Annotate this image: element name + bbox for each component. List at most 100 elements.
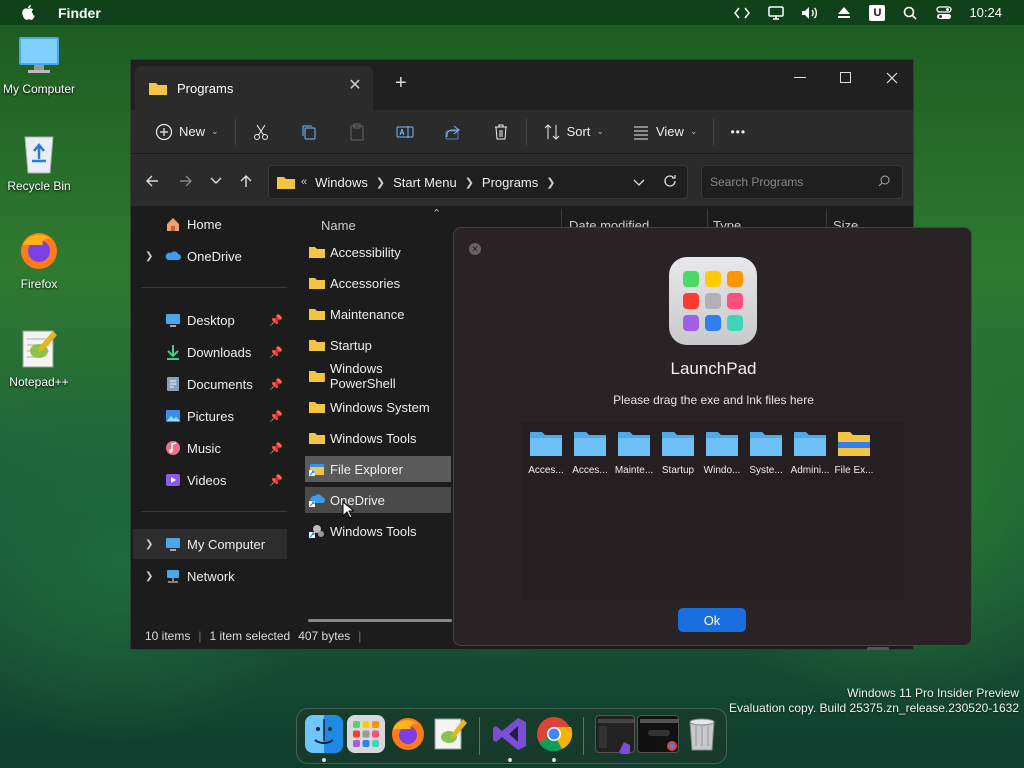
pin-icon[interactable]: 📌 [269, 410, 283, 423]
pin-icon[interactable]: 📌 [269, 442, 283, 455]
tab-programs[interactable]: Programs ✕ [135, 66, 373, 110]
launchpad-dock-icon[interactable] [347, 715, 385, 753]
copy-button[interactable] [296, 117, 322, 147]
display-icon[interactable] [767, 5, 785, 21]
new-tab-button[interactable]: + [395, 72, 407, 95]
column-header-name[interactable]: Name [321, 213, 356, 237]
search-icon[interactable] [901, 5, 919, 21]
file-row[interactable]: Accessories [305, 270, 451, 296]
search-box[interactable] [701, 165, 903, 199]
firefox-dock-icon[interactable] [389, 715, 427, 753]
chevron-right-icon[interactable]: ❯ [145, 251, 153, 262]
visual-studio-icon[interactable] [491, 715, 529, 753]
finder-icon[interactable] [305, 715, 343, 753]
file-row[interactable]: Startup [305, 332, 451, 358]
control-center-icon[interactable] [935, 5, 953, 21]
chevron-right-icon[interactable]: ❯ [145, 571, 153, 582]
launchpad-file[interactable]: Acces... [570, 430, 610, 476]
delete-button[interactable] [488, 117, 514, 147]
launchpad-file[interactable]: Admini... [790, 430, 830, 476]
sidebar-item-videos[interactable]: Videos 📌 [133, 465, 287, 495]
volume-icon[interactable] [801, 5, 819, 21]
close-icon[interactable]: ✕ [469, 243, 481, 255]
breadcrumb-programs[interactable]: Programs [482, 175, 538, 190]
file-row[interactable]: Windows Tools [305, 518, 451, 544]
notepad-plus-plus-dock-icon[interactable] [431, 715, 469, 753]
launchpad-file[interactable]: Acces... [526, 430, 566, 476]
view-button[interactable]: View ⌄ [628, 117, 702, 147]
pin-icon[interactable]: 📌 [269, 346, 283, 359]
pin-icon[interactable]: 📌 [269, 314, 283, 327]
file-row[interactable]: File Explorer [305, 456, 451, 482]
sidebar-item-desktop[interactable]: Desktop 📌 [133, 305, 287, 335]
sidebar-item-onedrive[interactable]: ❯ OneDrive [133, 241, 287, 271]
refresh-icon[interactable] [663, 174, 677, 191]
forward-button[interactable] [177, 172, 195, 190]
new-button[interactable]: New ⌄ [151, 117, 223, 147]
active-app-name[interactable]: Finder [58, 5, 101, 21]
eject-icon[interactable] [835, 5, 853, 21]
launchpad-grid-dot [705, 315, 721, 331]
paste-button[interactable] [344, 117, 370, 147]
sidebar-item-downloads[interactable]: Downloads 📌 [133, 337, 287, 367]
code-icon[interactable] [733, 5, 751, 21]
sidebar-item-music[interactable]: Music 📌 [133, 433, 287, 463]
sidebar-item-documents[interactable]: Documents 📌 [133, 369, 287, 399]
sidebar-item-home[interactable]: Home [133, 209, 287, 239]
launchpad-file[interactable]: Startup [658, 430, 698, 476]
desktop-icon-recycle-bin[interactable]: Recycle Bin [0, 131, 78, 193]
breadcrumb-start-menu[interactable]: Start Menu [393, 175, 457, 190]
maximize-button[interactable] [823, 66, 869, 90]
ok-button[interactable]: Ok [678, 608, 746, 632]
chevron-right-icon[interactable]: ❯ [546, 176, 555, 189]
launchpad-file[interactable]: Mainte... [614, 430, 654, 476]
close-window-button[interactable] [869, 66, 915, 90]
cut-button[interactable] [248, 117, 274, 147]
minimize-button[interactable] [777, 66, 823, 90]
file-row[interactable]: Windows Tools [305, 425, 451, 451]
share-button[interactable] [440, 117, 466, 147]
file-row[interactable]: Maintenance [305, 301, 451, 327]
rename-button[interactable] [392, 117, 418, 147]
file-row[interactable]: Windows System [305, 394, 451, 420]
chevron-right-icon[interactable]: ❯ [465, 176, 474, 189]
clock[interactable]: 10:24 [969, 5, 1002, 20]
drop-zone[interactable]: Acces... Acces... Mainte... Startup Windo...… [522, 422, 904, 600]
address-dropdown-icon[interactable] [633, 175, 645, 190]
chrome-icon[interactable] [535, 715, 573, 753]
chevron-right-icon[interactable]: ❯ [376, 176, 385, 189]
sort-button[interactable]: Sort ⌄ [539, 117, 608, 147]
back-button[interactable] [143, 172, 161, 190]
file-row[interactable]: Windows PowerShell [305, 361, 451, 391]
launchpad-file[interactable]: Syste... [746, 430, 786, 476]
recent-locations-button[interactable] [207, 172, 225, 190]
horizontal-scrollbar[interactable] [308, 619, 452, 622]
desktop-icon-notepad-plus-plus[interactable]: Notepad++ [0, 327, 78, 389]
file-row[interactable]: Accessibility [305, 239, 451, 265]
tab-close-icon[interactable]: ✕ [347, 78, 363, 94]
breadcrumb-overflow[interactable]: « [301, 176, 307, 188]
search-icon[interactable] [878, 175, 890, 190]
u-app-icon[interactable]: U [869, 4, 886, 21]
breadcrumb-windows[interactable]: Windows [315, 175, 368, 190]
desktop-icon-firefox[interactable]: Firefox [0, 229, 78, 291]
pin-icon[interactable]: 📌 [269, 378, 283, 391]
address-bar[interactable]: « Windows ❯ Start Menu ❯ Programs ❯ [268, 165, 688, 199]
see-more-button[interactable]: ••• [726, 117, 750, 147]
search-input[interactable] [710, 175, 870, 189]
up-button[interactable] [237, 172, 255, 190]
minimized-window-thumbnail[interactable] [595, 715, 635, 756]
minimized-window-thumbnail[interactable] [637, 715, 679, 753]
apple-icon[interactable] [22, 4, 36, 21]
desktop-icon-my-computer[interactable]: My Computer [0, 34, 78, 96]
launchpad-file[interactable]: Windo... [702, 430, 742, 476]
chevron-right-icon[interactable]: ❯ [145, 539, 153, 550]
sidebar-item-pictures[interactable]: Pictures 📌 [133, 401, 287, 431]
file-row[interactable]: OneDrive [305, 487, 451, 513]
pin-icon[interactable]: 📌 [269, 474, 283, 487]
scrollbar-thumb[interactable] [867, 647, 889, 650]
sidebar-item-network[interactable]: ❯ Network [133, 561, 287, 591]
launchpad-file[interactable]: File Ex... [834, 430, 874, 476]
sidebar-item-my-computer[interactable]: ❯ My Computer [133, 529, 287, 559]
trash-icon[interactable] [683, 715, 721, 753]
